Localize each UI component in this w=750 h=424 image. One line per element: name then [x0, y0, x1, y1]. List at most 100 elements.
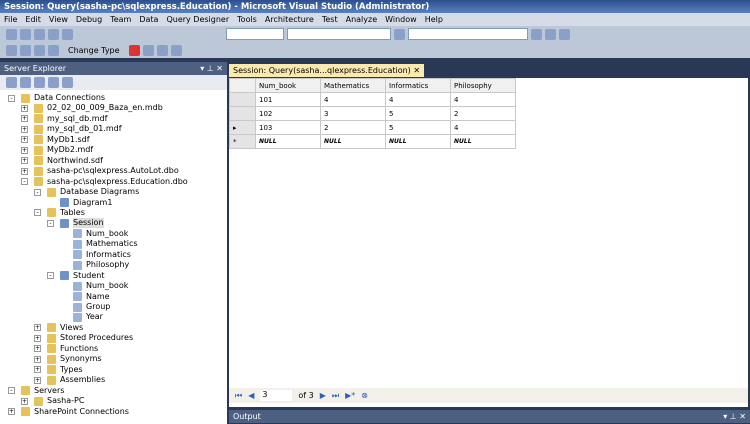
- tree-node[interactable]: Informatics: [60, 250, 131, 260]
- change-type-button[interactable]: Change Type: [68, 46, 120, 55]
- find-icon[interactable]: [394, 28, 405, 40]
- open-icon[interactable]: [34, 28, 45, 40]
- tree-node[interactable]: - Tables: [34, 208, 85, 218]
- find-combo[interactable]: [408, 28, 528, 40]
- collapse-icon[interactable]: -: [34, 209, 41, 217]
- output-close-icon[interactable]: ▾ ⊥ ✕: [723, 412, 746, 421]
- tree-node[interactable]: + Views: [34, 323, 83, 333]
- cell[interactable]: 102: [255, 106, 321, 121]
- menu-architecture[interactable]: Architecture: [265, 15, 314, 26]
- menu-team[interactable]: Team: [110, 15, 131, 26]
- tree-node[interactable]: Year: [60, 312, 103, 322]
- cell[interactable]: 4: [385, 92, 451, 107]
- expand-icon[interactable]: +: [21, 136, 28, 144]
- tree-node[interactable]: Num_book: [60, 229, 128, 239]
- diagram-pane-icon[interactable]: [6, 44, 17, 56]
- add-item-icon[interactable]: [20, 28, 31, 40]
- verify-sql-icon[interactable]: [142, 44, 154, 56]
- close-icon[interactable]: ▾ ⊥ ✕: [200, 64, 223, 73]
- platform-combo[interactable]: [287, 28, 391, 40]
- config-combo[interactable]: [226, 28, 284, 40]
- expand-icon[interactable]: +: [34, 376, 41, 384]
- row-header[interactable]: [229, 92, 256, 107]
- tree-node[interactable]: + MyDb2.mdf: [21, 145, 93, 155]
- expand-icon[interactable]: +: [21, 146, 28, 154]
- new-record-icon[interactable]: ▶*: [345, 391, 355, 400]
- tree-node[interactable]: Diagram1: [47, 198, 112, 208]
- save-icon[interactable]: [48, 28, 59, 40]
- collapse-icon[interactable]: -: [34, 188, 41, 196]
- menu-analyze[interactable]: Analyze: [346, 15, 378, 26]
- tree-node[interactable]: + Stored Procedures: [34, 333, 133, 343]
- cell[interactable]: NULL: [320, 134, 386, 149]
- cell[interactable]: 101: [255, 92, 321, 107]
- menu-help[interactable]: Help: [425, 15, 443, 26]
- tree-node[interactable]: - Data Connections: [8, 93, 105, 103]
- tree-node[interactable]: + my_sql_db_01.mdf: [21, 124, 122, 134]
- cell[interactable]: 2: [320, 120, 386, 135]
- tree-node[interactable]: - sasha-pc\sqlexpress.Education.dbo: [21, 177, 188, 187]
- tree-node[interactable]: Mathematics: [60, 239, 138, 249]
- column-header[interactable]: Mathematics: [320, 78, 386, 93]
- tree-node[interactable]: - Database Diagrams: [34, 187, 139, 197]
- menu-data[interactable]: Data: [139, 15, 158, 26]
- tree-node[interactable]: + my_sql_db.mdf: [21, 114, 107, 124]
- criteria-pane-icon[interactable]: [20, 44, 31, 56]
- tree-node[interactable]: + Types: [34, 365, 83, 375]
- menu-file[interactable]: File: [4, 15, 17, 26]
- cell[interactable]: 4: [450, 120, 516, 135]
- column-header[interactable]: Informatics: [385, 78, 451, 93]
- menu-window[interactable]: Window: [385, 15, 417, 26]
- expand-icon[interactable]: +: [34, 345, 41, 353]
- expand-icon[interactable]: +: [8, 408, 15, 415]
- expand-icon[interactable]: +: [34, 324, 41, 332]
- cell[interactable]: 5: [385, 106, 451, 121]
- toolbox-icon[interactable]: [559, 28, 570, 40]
- connect-sharepoint-icon[interactable]: [62, 77, 73, 88]
- row-header[interactable]: ▸: [229, 120, 256, 135]
- menu-debug[interactable]: Debug: [76, 15, 102, 26]
- properties-icon[interactable]: [545, 28, 556, 40]
- group-by-icon[interactable]: [156, 44, 168, 56]
- tree-node[interactable]: Group: [60, 302, 110, 312]
- tree-node[interactable]: + Northwind.sdf: [21, 156, 103, 166]
- cell[interactable]: 3: [320, 106, 386, 121]
- collapse-icon[interactable]: -: [8, 387, 15, 395]
- tree-node[interactable]: +02_02_00_009_Baza_en.mdb: [21, 103, 163, 113]
- expand-icon[interactable]: +: [34, 334, 41, 342]
- tree-node[interactable]: Num_book: [60, 281, 128, 291]
- sql-pane-icon[interactable]: [34, 44, 45, 56]
- cell[interactable]: NULL: [450, 134, 516, 149]
- last-record-icon[interactable]: ⏭: [332, 391, 339, 401]
- tree-node[interactable]: - Session: [47, 218, 104, 229]
- expand-icon[interactable]: +: [34, 366, 41, 374]
- connect-server-icon[interactable]: [48, 77, 59, 88]
- close-tab-icon[interactable]: ✕: [413, 66, 420, 75]
- tree-node[interactable]: Name: [60, 292, 110, 302]
- expand-icon[interactable]: +: [21, 397, 28, 405]
- save-all-icon[interactable]: [62, 28, 73, 40]
- expand-icon[interactable]: +: [21, 157, 28, 165]
- cell[interactable]: 2: [450, 106, 516, 121]
- menu-view[interactable]: View: [49, 15, 68, 26]
- tree-node[interactable]: + Assemblies: [34, 375, 105, 385]
- cell[interactable]: 103: [255, 120, 321, 135]
- menu-query-designer[interactable]: Query Designer: [166, 15, 229, 26]
- add-table-icon[interactable]: [170, 44, 182, 56]
- solution-explorer-icon[interactable]: [531, 28, 542, 40]
- cell[interactable]: NULL: [385, 134, 451, 149]
- cell[interactable]: 5: [385, 120, 451, 135]
- cell[interactable]: 4: [320, 92, 386, 107]
- menu-tools[interactable]: Tools: [237, 15, 257, 26]
- first-record-icon[interactable]: ⏮: [235, 391, 242, 401]
- tree-node[interactable]: + Synonyms: [34, 354, 102, 364]
- collapse-icon[interactable]: -: [47, 272, 54, 280]
- expand-icon[interactable]: +: [34, 355, 41, 363]
- cell[interactable]: 4: [450, 92, 516, 107]
- cell[interactable]: NULL: [255, 134, 321, 149]
- menu-edit[interactable]: Edit: [25, 15, 41, 26]
- connect-database-icon[interactable]: [34, 77, 45, 88]
- expand-icon[interactable]: +: [21, 125, 28, 133]
- collapse-icon[interactable]: -: [8, 94, 15, 102]
- tree-node[interactable]: - Student: [47, 271, 105, 281]
